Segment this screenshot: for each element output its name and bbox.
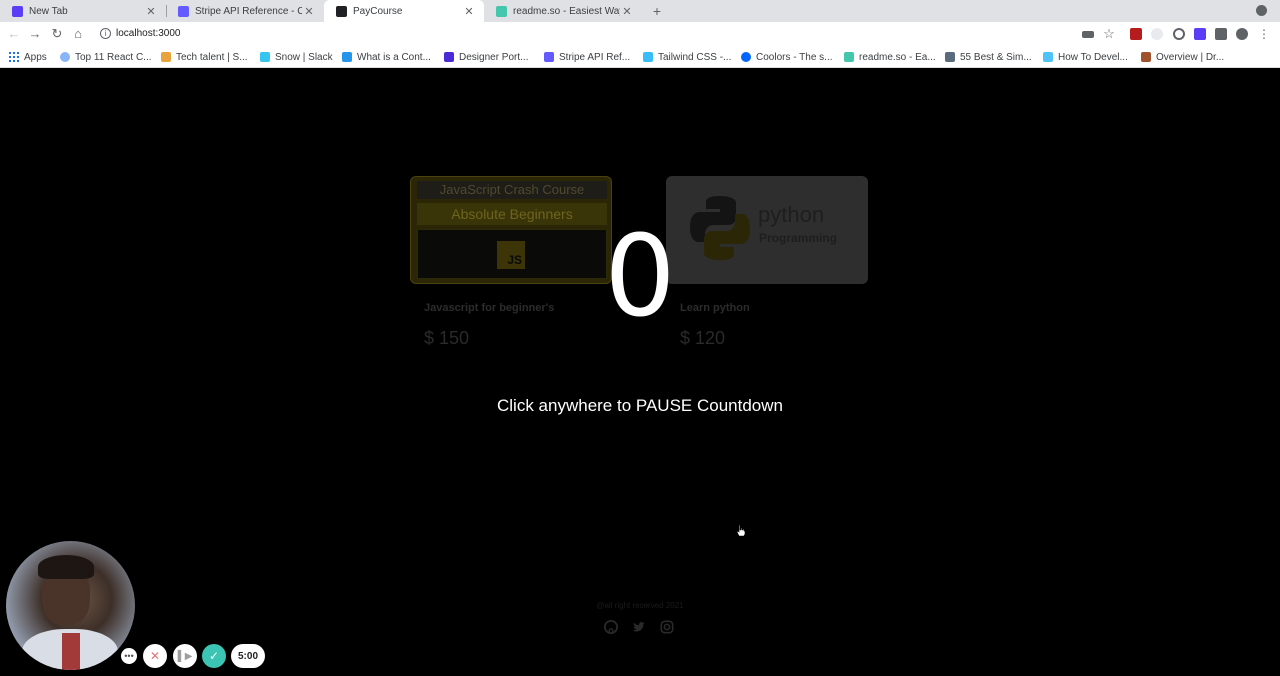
thumbnail-caption: JavaScript Crash Course	[417, 181, 607, 199]
stripe-favicon-icon	[544, 52, 554, 62]
bookmark-label: What is a Cont...	[357, 51, 431, 63]
bookmark-label: How To Devel...	[1058, 51, 1128, 63]
designer-favicon-icon	[444, 52, 454, 62]
twitter-icon[interactable]	[632, 620, 646, 634]
hand-cursor-icon	[736, 524, 746, 536]
tab-readme-so[interactable]: readme.so - Easiest Way t ✕	[484, 0, 642, 22]
bookmark-label: Overview | Dr...	[1156, 51, 1225, 63]
github-icon[interactable]	[604, 620, 618, 634]
course-title: Javascript for beginner's	[424, 302, 555, 314]
bookmark-label: readme.so - Ea...	[859, 51, 936, 63]
recording-timer: 5:00	[231, 644, 265, 668]
camera-icon[interactable]	[1082, 31, 1094, 38]
bookmark-item[interactable]: Coolors - The s...	[741, 50, 833, 64]
bookmark-item[interactable]: Tech talent | S...	[161, 50, 248, 64]
forward-icon[interactable]: →	[27, 26, 43, 42]
tab-title: readme.so - Easiest Way t	[513, 5, 620, 17]
bookmark-label: Tech talent | S...	[176, 51, 248, 63]
footer-copyright: @all right reserved 2021	[596, 601, 684, 610]
more-options-icon[interactable]: •••	[121, 648, 137, 664]
bookmark-label: Coolors - The s...	[756, 51, 833, 63]
tab-stripe-api[interactable]: Stripe API Reference - Cre ✕	[166, 0, 324, 22]
menu-dots-icon[interactable]: ⋮	[1256, 26, 1272, 42]
instagram-icon[interactable]	[660, 620, 674, 634]
bookmark-apps[interactable]: Apps	[9, 50, 47, 64]
tech-talent-favicon-icon	[161, 52, 171, 62]
url-text: localhost:3000	[116, 28, 181, 39]
bookmark-item[interactable]: Snow | Slack	[260, 50, 333, 64]
js-logo-icon: JS	[497, 241, 525, 269]
tab-title: Stripe API Reference - Cre	[195, 5, 302, 17]
new-tab-button[interactable]: +	[649, 2, 665, 20]
extension-circle-icon[interactable]	[1173, 28, 1185, 40]
bookmark-star-icon[interactable]: ☆	[1101, 26, 1117, 42]
back-icon[interactable]: ←	[6, 26, 22, 42]
close-icon[interactable]: ✕	[462, 5, 476, 18]
docker-favicon-icon	[342, 52, 352, 62]
bookmark-item[interactable]: Tailwind CSS -...	[643, 50, 731, 64]
tailwind-favicon-icon	[643, 52, 653, 62]
address-bar[interactable]: i localhost:3000	[92, 24, 1272, 44]
tab-new-tab[interactable]: New Tab ✕	[0, 0, 166, 22]
home-icon[interactable]: ⌂	[70, 26, 86, 42]
bookmark-label: Stripe API Ref...	[559, 51, 631, 63]
bookmarks-bar: Apps Top 11 React C... Tech talent | S..…	[0, 46, 1280, 68]
bookmark-label: Apps	[24, 51, 47, 63]
how-to-favicon-icon	[1043, 52, 1053, 62]
reload-icon[interactable]: ↻	[49, 26, 65, 42]
tab-strip: New Tab ✕ Stripe API Reference - Cre ✕ P…	[0, 0, 1280, 22]
thumbnail-caption: python	[758, 202, 825, 227]
bookmark-label: 55 Best & Sim...	[960, 51, 1032, 63]
browser-toolbar: ← → ↻ ⌂ i localhost:3000 ☆ ⋮	[0, 22, 1280, 46]
site-info-icon[interactable]: i	[100, 28, 111, 39]
course-price: $ 150	[424, 328, 470, 348]
bookmark-item[interactable]: Stripe API Ref...	[544, 50, 630, 64]
bookmark-label: Designer Port...	[459, 51, 529, 63]
bookmark-item[interactable]: Designer Port...	[444, 50, 528, 64]
bookmark-item[interactable]: Top 11 React C...	[60, 50, 152, 64]
close-icon[interactable]: ✕	[144, 5, 158, 18]
new-tab-favicon-icon	[12, 5, 23, 17]
webcam-bubble[interactable]	[6, 541, 135, 670]
close-icon[interactable]: ✕	[302, 5, 316, 18]
best-simple-favicon-icon	[945, 52, 955, 62]
stripe-favicon-icon	[178, 5, 189, 17]
coolors-favicon-icon	[741, 52, 751, 62]
extension-purple-icon[interactable]	[1194, 28, 1206, 40]
pause-countdown-message[interactable]: Click anywhere to PAUSE Countdown	[390, 396, 890, 416]
bookmark-label: Tailwind CSS -...	[658, 51, 732, 63]
tab-search-icon[interactable]	[1256, 5, 1267, 16]
bookmark-item[interactable]: How To Devel...	[1043, 50, 1128, 64]
apps-grid-icon	[9, 52, 19, 62]
bookmark-item[interactable]: 55 Best & Sim...	[945, 50, 1032, 64]
tab-title: PayCourse	[353, 5, 403, 17]
readme-favicon-icon	[496, 5, 507, 17]
overview-favicon-icon	[1141, 52, 1151, 62]
page-content[interactable]: JavaScript Crash Course Absolute Beginne…	[0, 69, 1280, 676]
bookmark-label: Snow | Slack	[275, 51, 333, 63]
bookmark-item[interactable]: readme.so - Ea...	[844, 50, 936, 64]
close-icon[interactable]: ✕	[620, 5, 634, 18]
finish-recording-button[interactable]: ✓	[202, 644, 226, 668]
readme-favicon-icon	[844, 52, 854, 62]
tab-title: New Tab	[29, 5, 68, 17]
discard-recording-button[interactable]: ✕	[143, 644, 167, 668]
slack-favicon-icon	[260, 52, 270, 62]
react-favicon-icon	[60, 52, 70, 62]
extension-red-icon[interactable]	[1130, 28, 1142, 40]
extensions-puzzle-icon[interactable]	[1215, 28, 1227, 40]
paycourse-favicon-icon	[336, 5, 347, 17]
thumbnail-caption: Programming	[759, 231, 838, 245]
countdown-number: 0	[604, 212, 676, 342]
pause-recording-button[interactable]: ▌▶	[173, 644, 197, 668]
tab-paycourse[interactable]: PayCourse ✕	[324, 0, 484, 22]
bookmark-label: Top 11 React C...	[75, 51, 152, 63]
extension-clock-icon[interactable]	[1151, 28, 1163, 40]
profile-avatar-icon[interactable]	[1236, 28, 1248, 40]
bookmark-item[interactable]: What is a Cont...	[342, 50, 431, 64]
bookmark-item[interactable]: Overview | Dr...	[1141, 50, 1224, 64]
